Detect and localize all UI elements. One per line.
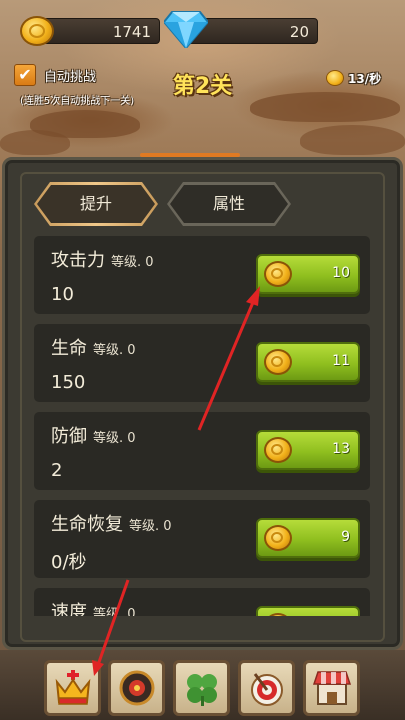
upgrade-regen-button[interactable]: 9 (256, 518, 360, 558)
tab-attributes[interactable]: 属性 (170, 185, 288, 223)
income-coin-icon (326, 70, 344, 86)
stat-row-defense: 防御 等级. 0 2 13 (34, 412, 370, 490)
stat-name-text: 攻击力 (51, 250, 105, 271)
coin-icon (264, 349, 292, 375)
nav-target-button[interactable] (238, 660, 295, 716)
coin-icon (264, 525, 292, 551)
diamond-icon (164, 11, 208, 48)
stat-name-text: 速度 (51, 602, 87, 616)
upgrade-health-button[interactable]: 11 (256, 342, 360, 382)
upgrade-cost: 9 (341, 529, 350, 545)
clover-icon (187, 674, 217, 706)
income-rate: 13/秒 (348, 72, 382, 86)
stat-level: 等级. 0 (129, 519, 172, 534)
nav-medal-button[interactable] (108, 660, 165, 716)
stat-value: 10 (51, 284, 74, 305)
stat-name: 防御 等级. 0 (51, 422, 136, 448)
stat-value: 150 (51, 372, 86, 393)
stat-row-health: 生命 等级. 0 150 11 (34, 324, 370, 402)
stat-name: 生命恢复 等级. 0 (51, 510, 172, 536)
stat-name: 生命 等级. 0 (51, 334, 136, 360)
upgrade-speed-button[interactable] (256, 606, 360, 616)
nav-clover-button[interactable] (173, 660, 230, 716)
stat-row-regen: 生命恢复 等级. 0 0/秒 9 (34, 500, 370, 578)
stat-name-text: 生命恢复 (51, 514, 123, 535)
stat-value: 2 (51, 460, 63, 481)
crown-icon (55, 670, 91, 705)
stat-name: 速度 等级. 0 (51, 598, 136, 616)
upgrade-cost: 10 (332, 265, 350, 281)
coin-icon (264, 261, 292, 287)
nav-crown-button[interactable] (44, 660, 101, 716)
stat-name-text: 生命 (51, 338, 87, 359)
stat-level: 等级. 0 (93, 343, 136, 358)
upgrade-defense-button[interactable]: 13 (256, 430, 360, 470)
target-icon (251, 673, 283, 706)
upgrade-cost: 13 (332, 441, 350, 457)
stat-row-speed: 速度 等级. 0 (34, 588, 370, 616)
stat-row-attack: 攻击力 等级. 0 10 10 (34, 236, 370, 314)
stat-name-text: 防御 (51, 426, 87, 447)
coin-icon (264, 613, 292, 616)
tab-upgrade[interactable]: 提升 (37, 185, 155, 223)
coin-icon (264, 437, 292, 463)
stat-name: 攻击力 等级. 0 (51, 246, 154, 272)
stat-level: 等级. 0 (93, 607, 136, 616)
stat-list: 攻击力 等级. 0 10 10 生命 等级. 0 150 11 防御 等级. 0 2 … (34, 236, 370, 616)
nav-shop-button[interactable] (303, 660, 360, 716)
stat-level: 等级. 0 (93, 431, 136, 446)
upgrade-attack-button[interactable]: 10 (256, 254, 360, 294)
stat-value: 0/秒 (51, 552, 87, 573)
stage-title: 第2关 (172, 74, 233, 99)
medal-icon (119, 670, 155, 706)
stat-level: 等级. 0 (111, 255, 154, 270)
gold-coin-icon (20, 16, 54, 46)
shop-icon (312, 671, 352, 705)
upgrade-cost: 11 (332, 353, 350, 369)
